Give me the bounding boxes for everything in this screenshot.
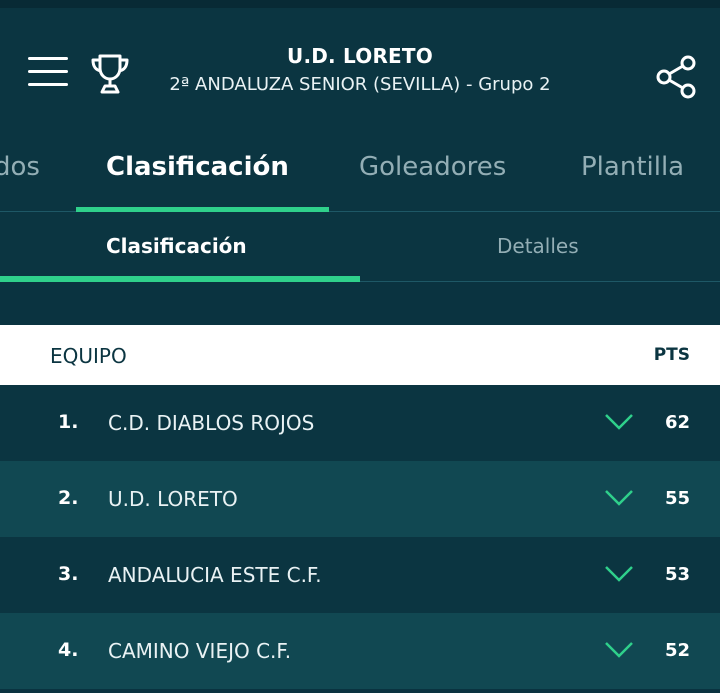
row-points: 55 (664, 488, 690, 509)
row-position: 1. (58, 411, 79, 433)
tab-clasificacion[interactable]: Clasificación (106, 152, 289, 182)
chevron-down-icon[interactable] (604, 489, 634, 507)
row-points: 52 (664, 640, 690, 661)
tab-goleadores[interactable]: Goleadores (359, 152, 506, 182)
competition-subtitle: 2ª ANDALUZA SENIOR (SEVILLA) - Grupo 2 (169, 74, 551, 95)
table-row[interactable]: 2. U.D. LORETO 55 (0, 461, 720, 537)
column-header-team: EQUIPO (50, 344, 127, 368)
row-points: 62 (664, 412, 690, 433)
chevron-down-icon[interactable] (604, 641, 634, 659)
section-spacer (0, 283, 720, 325)
active-subtab-indicator (0, 276, 360, 282)
row-position: 3. (58, 563, 79, 585)
table-row[interactable]: 4. CAMINO VIEJO C.F. 52 (0, 613, 720, 689)
row-position: 4. (58, 639, 79, 661)
tab-resultados[interactable]: dos (0, 152, 40, 182)
subtab-detalles[interactable]: Detalles (497, 234, 579, 258)
table-row[interactable]: 1. C.D. DIABLOS ROJOS 62 (0, 385, 720, 461)
page-title: U.D. LORETO (287, 44, 433, 68)
share-icon[interactable] (654, 54, 698, 100)
app-header: U.D. LORETO 2ª ANDALUZA SENIOR (SEVILLA)… (0, 8, 720, 130)
row-points: 53 (664, 564, 690, 585)
row-team-name: ANDALUCIA ESTE C.F. (108, 563, 322, 587)
table-row[interactable]: 3. ANDALUCIA ESTE C.F. 53 (0, 537, 720, 613)
main-tabs: dos Clasificación Goleadores Plantilla (0, 130, 720, 213)
tab-plantilla[interactable]: Plantilla (581, 152, 684, 182)
row-team-name: C.D. DIABLOS ROJOS (108, 411, 315, 435)
column-header-points: PTS (653, 345, 690, 365)
chevron-down-icon[interactable] (604, 413, 634, 431)
row-team-name: CAMINO VIEJO C.F. (108, 639, 292, 663)
standings-table-header: EQUIPO PTS (0, 325, 720, 385)
sub-tabs: Clasificación Detalles (0, 212, 720, 282)
status-bar (0, 0, 720, 8)
subtab-clasificacion[interactable]: Clasificación (106, 234, 247, 258)
row-position: 2. (58, 487, 79, 509)
chevron-down-icon[interactable] (604, 565, 634, 583)
row-team-name: U.D. LORETO (108, 487, 238, 511)
